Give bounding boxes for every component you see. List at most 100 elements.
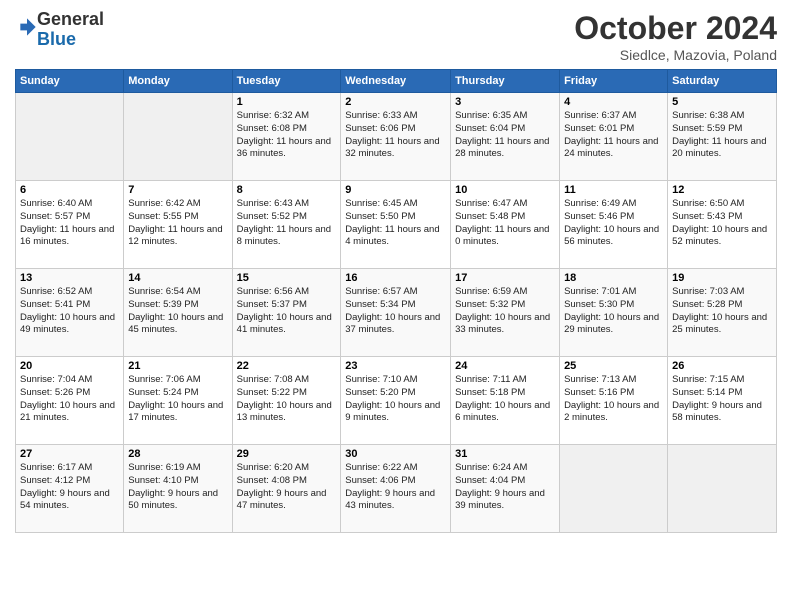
day-number: 16 bbox=[345, 272, 446, 284]
day-number: 6 bbox=[20, 184, 119, 196]
calendar-day: 28 Sunrise: 6:19 AMSunset: 4:10 PMDayligh… bbox=[124, 445, 232, 533]
calendar-day: 17 Sunrise: 6:59 AMSunset: 5:32 PMDayligh… bbox=[451, 269, 560, 357]
day-info: Sunrise: 6:45 AMSunset: 5:50 PMDaylight:… bbox=[345, 198, 446, 249]
calendar-day: 21 Sunrise: 7:06 AMSunset: 5:24 PMDayligh… bbox=[124, 357, 232, 445]
day-info: Sunrise: 6:57 AMSunset: 5:34 PMDaylight:… bbox=[345, 286, 446, 337]
calendar-day bbox=[124, 93, 232, 181]
day-info: Sunrise: 6:42 AMSunset: 5:55 PMDaylight:… bbox=[128, 198, 227, 249]
day-number: 23 bbox=[345, 360, 446, 372]
day-number: 21 bbox=[128, 360, 227, 372]
calendar-header: SundayMondayTuesdayWednesdayThursdayFrid… bbox=[16, 70, 777, 93]
day-number: 27 bbox=[20, 448, 119, 460]
calendar-day: 29 Sunrise: 6:20 AMSunset: 4:08 PMDayligh… bbox=[232, 445, 341, 533]
day-info: Sunrise: 6:40 AMSunset: 5:57 PMDaylight:… bbox=[20, 198, 119, 249]
day-info: Sunrise: 6:43 AMSunset: 5:52 PMDaylight:… bbox=[237, 198, 337, 249]
day-number: 2 bbox=[345, 96, 446, 108]
day-info: Sunrise: 7:08 AMSunset: 5:22 PMDaylight:… bbox=[237, 374, 337, 425]
day-number: 22 bbox=[237, 360, 337, 372]
day-number: 30 bbox=[345, 448, 446, 460]
calendar-week-2: 6 Sunrise: 6:40 AMSunset: 5:57 PMDaylight… bbox=[16, 181, 777, 269]
day-number: 9 bbox=[345, 184, 446, 196]
day-info: Sunrise: 6:35 AMSunset: 6:04 PMDaylight:… bbox=[455, 110, 555, 161]
logo-blue: Blue bbox=[37, 29, 76, 49]
calendar-day: 9 Sunrise: 6:45 AMSunset: 5:50 PMDaylight… bbox=[341, 181, 451, 269]
weekday-header-sunday: Sunday bbox=[16, 70, 124, 93]
day-info: Sunrise: 7:11 AMSunset: 5:18 PMDaylight:… bbox=[455, 374, 555, 425]
calendar-day: 13 Sunrise: 6:52 AMSunset: 5:41 PMDayligh… bbox=[16, 269, 124, 357]
weekday-header-friday: Friday bbox=[560, 70, 668, 93]
calendar-day: 16 Sunrise: 6:57 AMSunset: 5:34 PMDayligh… bbox=[341, 269, 451, 357]
calendar-week-4: 20 Sunrise: 7:04 AMSunset: 5:26 PMDayligh… bbox=[16, 357, 777, 445]
day-number: 15 bbox=[237, 272, 337, 284]
day-number: 5 bbox=[672, 96, 772, 108]
calendar-day: 25Sunrise: 7:13 AMSunset: 5:16 PMDayligh… bbox=[560, 357, 668, 445]
day-info: Sunrise: 6:52 AMSunset: 5:41 PMDaylight:… bbox=[20, 286, 119, 337]
weekday-header-tuesday: Tuesday bbox=[232, 70, 341, 93]
page-container: General Blue October 2024 Siedlce, Mazov… bbox=[0, 0, 792, 538]
calendar-week-5: 27Sunrise: 6:17 AMSunset: 4:12 PMDayligh… bbox=[16, 445, 777, 533]
day-number: 29 bbox=[237, 448, 337, 460]
weekday-header-wednesday: Wednesday bbox=[341, 70, 451, 93]
day-info: Sunrise: 6:33 AMSunset: 6:06 PMDaylight:… bbox=[345, 110, 446, 161]
day-number: 18 bbox=[564, 272, 663, 284]
day-info: Sunrise: 7:10 AMSunset: 5:20 PMDaylight:… bbox=[345, 374, 446, 425]
calendar-day: 22 Sunrise: 7:08 AMSunset: 5:22 PMDayligh… bbox=[232, 357, 341, 445]
logo-icon bbox=[17, 17, 37, 37]
calendar-day: 1Sunrise: 6:32 AMSunset: 6:08 PMDaylight… bbox=[232, 93, 341, 181]
location-subtitle: Siedlce, Mazovia, Poland bbox=[574, 47, 777, 63]
day-info: Sunrise: 6:24 AMSunset: 4:04 PMDaylight:… bbox=[455, 462, 555, 513]
calendar-day: 2 Sunrise: 6:33 AMSunset: 6:06 PMDaylight… bbox=[341, 93, 451, 181]
calendar-day: 15Sunrise: 6:56 AMSunset: 5:37 PMDayligh… bbox=[232, 269, 341, 357]
day-info: Sunrise: 6:20 AMSunset: 4:08 PMDaylight:… bbox=[237, 462, 337, 513]
day-number: 25 bbox=[564, 360, 663, 372]
day-number: 3 bbox=[455, 96, 555, 108]
calendar-day: 31Sunrise: 6:24 AMSunset: 4:04 PMDayligh… bbox=[451, 445, 560, 533]
logo-text: General Blue bbox=[37, 10, 104, 50]
weekday-header-row: SundayMondayTuesdayWednesdayThursdayFrid… bbox=[16, 70, 777, 93]
day-info: Sunrise: 6:37 AMSunset: 6:01 PMDaylight:… bbox=[564, 110, 663, 161]
day-info: Sunrise: 7:01 AMSunset: 5:30 PMDaylight:… bbox=[564, 286, 663, 337]
day-number: 4 bbox=[564, 96, 663, 108]
day-info: Sunrise: 6:54 AMSunset: 5:39 PMDaylight:… bbox=[128, 286, 227, 337]
day-info: Sunrise: 6:50 AMSunset: 5:43 PMDaylight:… bbox=[672, 198, 772, 249]
calendar-day: 26Sunrise: 7:15 AMSunset: 5:14 PMDayligh… bbox=[668, 357, 777, 445]
calendar-day: 24Sunrise: 7:11 AMSunset: 5:18 PMDayligh… bbox=[451, 357, 560, 445]
calendar-day: 7 Sunrise: 6:42 AMSunset: 5:55 PMDaylight… bbox=[124, 181, 232, 269]
calendar-day: 30Sunrise: 6:22 AMSunset: 4:06 PMDayligh… bbox=[341, 445, 451, 533]
day-number: 11 bbox=[564, 184, 663, 196]
calendar-day: 20 Sunrise: 7:04 AMSunset: 5:26 PMDayligh… bbox=[16, 357, 124, 445]
calendar-week-3: 13 Sunrise: 6:52 AMSunset: 5:41 PMDayligh… bbox=[16, 269, 777, 357]
logo-general: General bbox=[37, 9, 104, 29]
day-info: Sunrise: 7:04 AMSunset: 5:26 PMDaylight:… bbox=[20, 374, 119, 425]
day-number: 28 bbox=[128, 448, 227, 460]
calendar-day bbox=[560, 445, 668, 533]
day-info: Sunrise: 6:32 AMSunset: 6:08 PMDaylight:… bbox=[237, 110, 337, 161]
calendar-day: 19 Sunrise: 7:03 AMSunset: 5:28 PMDayligh… bbox=[668, 269, 777, 357]
day-number: 19 bbox=[672, 272, 772, 284]
month-title: October 2024 bbox=[574, 10, 777, 47]
calendar-day: 8 Sunrise: 6:43 AMSunset: 5:52 PMDaylight… bbox=[232, 181, 341, 269]
day-info: Sunrise: 6:19 AMSunset: 4:10 PMDaylight:… bbox=[128, 462, 227, 513]
day-info: Sunrise: 6:49 AMSunset: 5:46 PMDaylight:… bbox=[564, 198, 663, 249]
calendar-day: 23 Sunrise: 7:10 AMSunset: 5:20 PMDayligh… bbox=[341, 357, 451, 445]
day-number: 13 bbox=[20, 272, 119, 284]
day-number: 7 bbox=[128, 184, 227, 196]
calendar-day: 11 Sunrise: 6:49 AMSunset: 5:46 PMDayligh… bbox=[560, 181, 668, 269]
day-number: 8 bbox=[237, 184, 337, 196]
calendar-day bbox=[668, 445, 777, 533]
day-number: 20 bbox=[20, 360, 119, 372]
day-info: Sunrise: 6:47 AMSunset: 5:48 PMDaylight:… bbox=[455, 198, 555, 249]
day-number: 17 bbox=[455, 272, 555, 284]
logo: General Blue bbox=[15, 10, 104, 50]
weekday-header-thursday: Thursday bbox=[451, 70, 560, 93]
calendar-week-1: 1Sunrise: 6:32 AMSunset: 6:08 PMDaylight… bbox=[16, 93, 777, 181]
calendar-day: 18 Sunrise: 7:01 AMSunset: 5:30 PMDayligh… bbox=[560, 269, 668, 357]
day-info: Sunrise: 7:03 AMSunset: 5:28 PMDaylight:… bbox=[672, 286, 772, 337]
calendar-day: 6 Sunrise: 6:40 AMSunset: 5:57 PMDaylight… bbox=[16, 181, 124, 269]
day-info: Sunrise: 7:06 AMSunset: 5:24 PMDaylight:… bbox=[128, 374, 227, 425]
header-row: General Blue October 2024 Siedlce, Mazov… bbox=[15, 10, 777, 63]
day-info: Sunrise: 6:38 AMSunset: 5:59 PMDaylight:… bbox=[672, 110, 772, 161]
calendar-body: 1Sunrise: 6:32 AMSunset: 6:08 PMDaylight… bbox=[16, 93, 777, 533]
calendar-day: 5 Sunrise: 6:38 AMSunset: 5:59 PMDaylight… bbox=[668, 93, 777, 181]
day-info: Sunrise: 6:59 AMSunset: 5:32 PMDaylight:… bbox=[455, 286, 555, 337]
